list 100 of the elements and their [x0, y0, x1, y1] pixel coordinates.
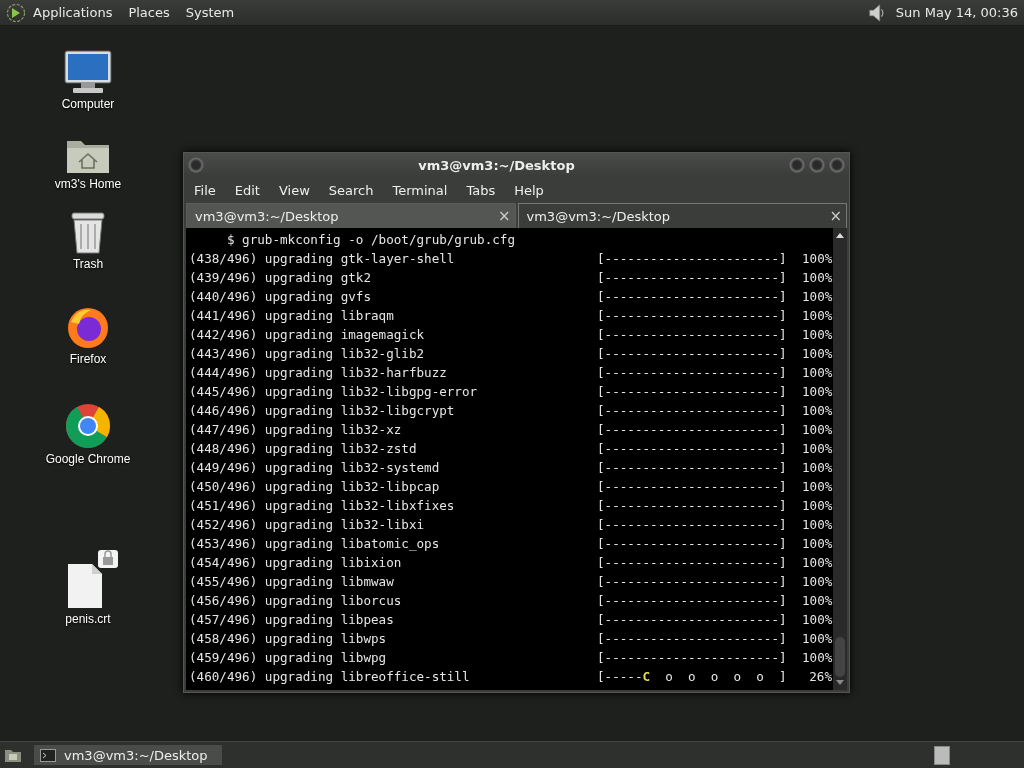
progress-text: [-----C o o o o o ]: [597, 668, 788, 686]
taskbar-button[interactable]: vm3@vm3:~/Desktop: [34, 745, 222, 765]
terminal-line: (460/496) upgrading libreoffice-still: [189, 668, 471, 686]
close-tab-button[interactable]: ×: [829, 207, 842, 225]
progress-text: [-----------------------]: [597, 402, 788, 420]
terminal-line: (443/496) upgrading lib32-glib2: [189, 345, 426, 363]
percent-text: 100%: [802, 630, 832, 648]
close-button[interactable]: [829, 157, 845, 173]
terminal-line: (449/496) upgrading lib32-systemd: [189, 459, 441, 477]
terminal-line: (450/496) upgrading lib32-libpcap: [189, 478, 441, 496]
percent-text: 100%: [802, 611, 832, 629]
terminal-line: (441/496) upgrading libraqm: [189, 307, 395, 325]
percent-text: 100%: [802, 345, 832, 363]
desktop-icon-label[interactable]: vm3's Home: [54, 177, 122, 191]
percent-text: 100%: [802, 421, 832, 439]
terminal-line: (458/496) upgrading libwps: [189, 630, 388, 648]
percent-text: 100%: [802, 269, 832, 287]
percent-text: 100%: [802, 288, 832, 306]
desktop-icon-label[interactable]: penis.crt: [65, 612, 111, 626]
panel-menu[interactable]: System: [185, 5, 235, 20]
progress-text: [-----------------------]: [597, 250, 788, 268]
progress-text: [-----------------------]: [597, 345, 788, 363]
scrollbar-thumb[interactable]: [835, 637, 845, 677]
menu-logo-icon[interactable]: [6, 2, 26, 23]
percent-text: 100%: [802, 250, 832, 268]
terminal-line: (448/496) upgrading lib32-zstd: [189, 440, 418, 458]
desktop-icon-label[interactable]: Google Chrome: [45, 452, 131, 466]
terminal-line: (457/496) upgrading libpeas: [189, 611, 395, 629]
percent-text: 100%: [802, 573, 832, 591]
menu-item[interactable]: View: [278, 182, 310, 198]
menu-item[interactable]: Terminal: [392, 182, 448, 198]
terminal-line: (438/496) upgrading gtk-layer-shell: [189, 250, 456, 268]
percent-text: 100%: [802, 649, 832, 667]
terminal-line: (439/496) upgrading gtk2: [189, 269, 372, 287]
terminal-line: (451/496) upgrading lib32-libxfixes: [189, 497, 456, 515]
trash-icon[interactable]: [69, 211, 107, 255]
clock[interactable]: Sun May 14, 00:36: [895, 5, 1018, 20]
progress-text: [-----------------------]: [597, 649, 788, 667]
scroll-up-icon[interactable]: [835, 231, 845, 239]
terminal-line: (442/496) upgrading imagemagick: [189, 326, 426, 344]
terminal-line: (455/496) upgrading libmwaw: [189, 573, 395, 591]
terminal-line: (454/496) upgrading libixion: [189, 554, 403, 572]
terminal-icon: [40, 748, 56, 762]
scrollbar[interactable]: [833, 228, 847, 690]
minimize-button[interactable]: [789, 157, 805, 173]
show-desktop-icon[interactable]: [4, 747, 22, 763]
computer-icon[interactable]: [63, 49, 113, 95]
progress-text: [-----------------------]: [597, 554, 788, 572]
percent-text: 100%: [802, 497, 832, 515]
terminal-line: (452/496) upgrading lib32-libxi: [189, 516, 426, 534]
terminal-line: (447/496) upgrading lib32-xz: [189, 421, 403, 439]
window-menu-button[interactable]: [188, 157, 204, 173]
terminal-line: (446/496) upgrading lib32-libgcrypt: [189, 402, 456, 420]
percent-text: 100%: [802, 364, 832, 382]
progress-text: [-----------------------]: [597, 269, 788, 287]
progress-text: [-----------------------]: [597, 440, 788, 458]
terminal-line: (456/496) upgrading liborcus: [189, 592, 403, 610]
terminal-line: (445/496) upgrading lib32-libgpg-error: [189, 383, 479, 401]
terminal-line: (444/496) upgrading lib32-harfbuzz: [189, 364, 448, 382]
menu-item[interactable]: Edit: [234, 182, 260, 198]
desktop-icon-label[interactable]: Firefox: [69, 352, 107, 366]
progress-text: [-----------------------]: [597, 516, 788, 534]
progress-text: [-----------------------]: [597, 573, 788, 591]
percent-text: 100%: [802, 535, 832, 553]
menu-item[interactable]: Tabs: [466, 182, 496, 198]
percent-text: 100%: [802, 383, 832, 401]
percent-text: 100%: [802, 440, 832, 458]
progress-text: [-----------------------]: [597, 421, 788, 439]
terminal-tab[interactable]: vm3@vm3:~/Desktop ×: [186, 203, 516, 228]
menu-item[interactable]: File: [194, 182, 216, 198]
workspace-switcher[interactable]: [934, 745, 950, 765]
panel-menu[interactable]: Applications: [33, 5, 113, 20]
percent-text: 100%: [802, 592, 832, 610]
progress-text: [-----------------------]: [597, 592, 788, 610]
progress-text: [-----------------------]: [597, 630, 788, 648]
browser-icon[interactable]: [64, 402, 112, 450]
progress-text: [-----------------------]: [597, 497, 788, 515]
scroll-down-icon[interactable]: [835, 679, 845, 687]
percent-text: 100%: [802, 402, 832, 420]
percent-text: 100%: [802, 326, 832, 344]
percent-text: 100%: [802, 307, 832, 325]
progress-text: [-----------------------]: [597, 478, 788, 496]
progress-text: [-----------------------]: [597, 326, 788, 344]
maximize-button[interactable]: [809, 157, 825, 173]
terminal-line: (453/496) upgrading libatomic_ops: [189, 535, 441, 553]
terminal-tab[interactable]: vm3@vm3:~/Desktop ×: [517, 203, 847, 228]
percent-text: 26%: [808, 668, 832, 686]
close-tab-button[interactable]: ×: [497, 207, 511, 225]
menu-item[interactable]: Search: [328, 182, 374, 198]
speaker-icon[interactable]: [867, 2, 886, 23]
progress-text: [-----------------------]: [597, 288, 788, 306]
desktop-icon-label[interactable]: Trash: [72, 257, 104, 271]
progress-text: [-----------------------]: [597, 459, 788, 477]
terminal-line: $ grub-mkconfig -o /boot/grub/grub.cfg: [225, 231, 517, 249]
menu-item[interactable]: Help: [514, 182, 544, 198]
panel-menu[interactable]: Places: [128, 5, 170, 20]
desktop-icon-label[interactable]: Computer: [61, 97, 115, 111]
progress-text: [-----------------------]: [597, 383, 788, 401]
progress-text: [-----------------------]: [597, 364, 788, 382]
progress-text: [-----------------------]: [597, 307, 788, 325]
